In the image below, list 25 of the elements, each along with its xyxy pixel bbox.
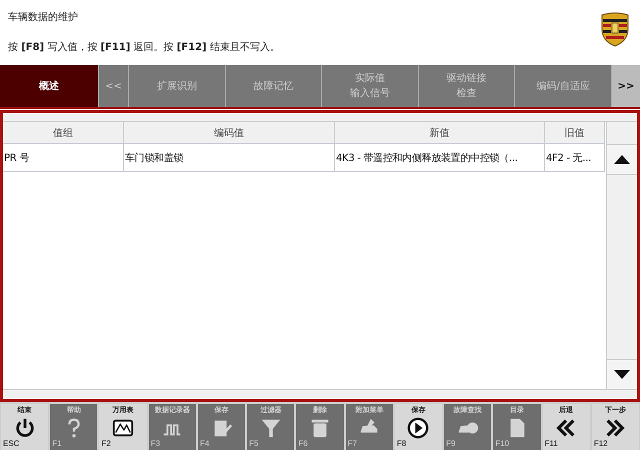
double-chevron-right-icon [604, 417, 626, 439]
trash-icon [309, 417, 332, 439]
up-arrow-icon [614, 155, 630, 164]
table-cell: 4F2 - 无... [545, 144, 605, 172]
funnel-icon [260, 417, 282, 439]
table-cell: 4K3 - 带遥控和内侧释放装置的中控锁（... [335, 144, 545, 172]
horizontal-scrollbar[interactable] [3, 389, 637, 399]
scroll-down-button[interactable] [607, 359, 637, 389]
table-cell: 车门锁和盖锁 [124, 144, 335, 172]
table-cell: PR 号 [3, 144, 124, 172]
tab[interactable]: 概述 [0, 65, 99, 107]
crest-icon [600, 11, 630, 47]
instruction-text: 按 [F8] 写入值，按 [F11] 返回。按 [F12] 结束且不写入。 [8, 40, 280, 54]
power-icon [14, 417, 36, 439]
column-header[interactable]: 旧值 [545, 122, 605, 144]
scroll-up-button[interactable] [607, 145, 637, 175]
column-header[interactable]: 编码值 [124, 122, 335, 144]
page-title: 车辆数据的维护 [8, 10, 79, 24]
column-header[interactable]: 新值 [335, 122, 545, 144]
play-icon [407, 417, 430, 439]
down-arrow-icon [614, 370, 630, 379]
chart-icon [112, 417, 134, 439]
column-header[interactable]: 值组 [3, 122, 124, 144]
double-chevron-left-icon [555, 417, 578, 439]
scroll-tab-button[interactable]: >> [612, 65, 640, 107]
